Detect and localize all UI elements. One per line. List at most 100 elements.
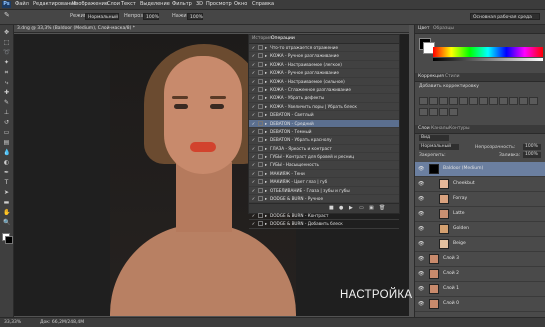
fill-input[interactable]: 100% bbox=[523, 152, 541, 158]
mixer-icon[interactable] bbox=[509, 97, 518, 105]
expand-arrow-icon[interactable]: ▸ bbox=[265, 128, 267, 135]
expand-arrow-icon[interactable]: ▸ bbox=[265, 170, 267, 177]
action-row[interactable]: ✓ ▸ ГУБЫ - Насыщенность bbox=[249, 161, 399, 170]
menu-edit[interactable]: Редактирование bbox=[33, 1, 77, 8]
menu-filter[interactable]: Фильтр bbox=[172, 1, 192, 8]
expand-arrow-icon[interactable]: ▸ bbox=[265, 120, 267, 127]
document-tab[interactable]: 3.dng @ 33,3% (Baldoor (Medium), Слой-ма… bbox=[14, 25, 409, 33]
dialog-toggle-icon[interactable] bbox=[258, 86, 263, 92]
action-row[interactable]: ✓ ▸ Что-то отражается отражение bbox=[249, 44, 399, 53]
lookup-icon[interactable] bbox=[519, 97, 528, 105]
magic-wand-tool-icon[interactable]: ✦ bbox=[3, 59, 10, 66]
dialog-toggle-icon[interactable] bbox=[258, 162, 263, 168]
photo-filter-icon[interactable] bbox=[499, 97, 508, 105]
layer-row[interactable]: 👁 Слой 1 bbox=[415, 282, 545, 297]
menu-3d[interactable]: 3D bbox=[196, 1, 203, 8]
expand-arrow-icon[interactable]: ▸ bbox=[265, 69, 267, 76]
menu-image[interactable]: Изображение bbox=[72, 1, 108, 8]
layer-row[interactable]: 👁 Latte bbox=[415, 207, 545, 222]
action-row[interactable]: ✓ ▸ DEBATON - Средний bbox=[249, 119, 399, 128]
tab-color[interactable]: Цвет bbox=[418, 25, 430, 33]
check-icon[interactable]: ✓ bbox=[251, 44, 256, 51]
menu-file[interactable]: Файл bbox=[15, 1, 29, 8]
curves-icon[interactable] bbox=[439, 97, 448, 105]
expand-arrow-icon[interactable]: ▸ bbox=[265, 187, 267, 194]
marquee-tool-icon[interactable]: ⬚ bbox=[3, 39, 10, 46]
expand-arrow-icon[interactable]: ▸ bbox=[265, 86, 267, 93]
tab-styles[interactable]: Стили bbox=[445, 73, 460, 81]
expand-arrow-icon[interactable]: ▸ bbox=[265, 111, 267, 118]
new-set-icon[interactable]: ▭ bbox=[359, 205, 364, 211]
action-row[interactable]: ✓ ▸ КОЖА - Настраиваемое (легкое) bbox=[249, 61, 399, 70]
record-icon[interactable]: ● bbox=[339, 205, 343, 211]
eraser-tool-icon[interactable]: ▭ bbox=[3, 129, 10, 136]
action-row[interactable]: ✓ ▸ DODGE & BURN - Контраст bbox=[249, 212, 399, 221]
tab-channels[interactable]: Каналы bbox=[431, 125, 449, 133]
dialog-toggle-icon[interactable] bbox=[258, 196, 263, 202]
levels-icon[interactable] bbox=[429, 97, 438, 105]
check-icon[interactable]: ✓ bbox=[251, 187, 256, 194]
check-icon[interactable]: ✓ bbox=[251, 94, 256, 101]
eye-icon[interactable]: 👁 bbox=[418, 181, 424, 187]
vibrance-icon[interactable] bbox=[459, 97, 468, 105]
bw-icon[interactable] bbox=[489, 97, 498, 105]
action-row[interactable]: ✓ ▸ DEBATON - Темный bbox=[249, 128, 399, 137]
check-icon[interactable]: ✓ bbox=[251, 161, 256, 168]
expand-arrow-icon[interactable]: ▸ bbox=[265, 61, 267, 68]
action-row[interactable]: ✓ ▸ КОЖА - Убрать дефекты bbox=[249, 94, 399, 103]
check-icon[interactable]: ✓ bbox=[251, 195, 256, 202]
blur-tool-icon[interactable]: 💧 bbox=[3, 149, 10, 156]
dialog-toggle-icon[interactable] bbox=[258, 212, 263, 218]
move-tool-icon[interactable]: ✥ bbox=[3, 29, 10, 36]
layer-row[interactable]: 👁 Beige bbox=[415, 237, 545, 252]
menu-help[interactable]: Справка bbox=[252, 1, 274, 8]
dodge-tool-icon[interactable]: ◐ bbox=[3, 159, 10, 166]
layer-filter-select[interactable]: Вид bbox=[419, 135, 449, 141]
action-row[interactable]: ✓ ▸ ГЛАЗА - Яркость и контраст bbox=[249, 145, 399, 154]
menu-layers[interactable]: Слои bbox=[107, 1, 120, 8]
action-row[interactable]: ✓ ▸ DEBATON - Убрать краснолу bbox=[249, 136, 399, 145]
check-icon[interactable]: ✓ bbox=[251, 78, 256, 85]
check-icon[interactable]: ✓ bbox=[251, 170, 256, 177]
eye-icon[interactable]: 👁 bbox=[418, 301, 424, 307]
healing-tool-icon[interactable]: ✚ bbox=[3, 89, 10, 96]
menu-view[interactable]: Просмотр bbox=[206, 1, 232, 8]
history-brush-tool-icon[interactable]: ↺ bbox=[3, 119, 10, 126]
tab-paths[interactable]: Контуры bbox=[449, 125, 470, 133]
menu-select[interactable]: Выделение bbox=[140, 1, 170, 8]
eye-icon[interactable]: 👁 bbox=[418, 211, 424, 217]
background-color-swatch[interactable] bbox=[5, 236, 13, 244]
trash-icon[interactable]: 🗑 bbox=[379, 205, 385, 211]
action-row[interactable]: ✓ ▸ КОЖА - Сглаженное разглаживание bbox=[249, 86, 399, 95]
tab-layers[interactable]: Слои bbox=[418, 125, 430, 133]
action-row[interactable]: ✓ ▸ МАКИЯЖ - Тени bbox=[249, 170, 399, 179]
stop-icon[interactable]: ■ bbox=[329, 205, 334, 211]
layer-row[interactable]: 👁 Forray bbox=[415, 192, 545, 207]
expand-arrow-icon[interactable]: ▸ bbox=[265, 145, 267, 152]
action-row[interactable]: ✓ ▸ КОЖА - Ручное разглаживание bbox=[249, 69, 399, 78]
eye-icon[interactable]: 👁 bbox=[418, 166, 424, 172]
brightness-icon[interactable] bbox=[419, 97, 428, 105]
hue-icon[interactable] bbox=[469, 97, 478, 105]
flow-input[interactable]: 100% bbox=[187, 13, 203, 20]
dialog-toggle-icon[interactable] bbox=[258, 221, 263, 227]
check-icon[interactable]: ✓ bbox=[251, 86, 256, 93]
layer-row[interactable]: 👁 Golden bbox=[415, 222, 545, 237]
layer-row[interactable]: 👁 Слой 0 bbox=[415, 297, 545, 312]
expand-arrow-icon[interactable]: ▸ bbox=[265, 153, 267, 160]
type-tool-icon[interactable]: T bbox=[3, 179, 10, 186]
blend-mode-select[interactable]: Нормальный bbox=[419, 144, 459, 150]
expand-arrow-icon[interactable]: ▸ bbox=[265, 195, 267, 202]
dialog-toggle-icon[interactable] bbox=[258, 53, 263, 59]
check-icon[interactable]: ✓ bbox=[251, 52, 256, 59]
check-icon[interactable]: ✓ bbox=[251, 145, 256, 152]
hand-tool-icon[interactable]: ✋ bbox=[3, 209, 10, 216]
posterize-icon[interactable] bbox=[419, 108, 428, 116]
dialog-toggle-icon[interactable] bbox=[258, 103, 263, 109]
exposure-icon[interactable] bbox=[449, 97, 458, 105]
expand-arrow-icon[interactable]: ▸ bbox=[265, 220, 267, 227]
expand-arrow-icon[interactable]: ▸ bbox=[265, 136, 267, 143]
check-icon[interactable]: ✓ bbox=[251, 120, 256, 127]
gradient-map-icon[interactable] bbox=[439, 108, 448, 116]
workspace-select[interactable]: Основная рабочая среда bbox=[470, 13, 540, 20]
